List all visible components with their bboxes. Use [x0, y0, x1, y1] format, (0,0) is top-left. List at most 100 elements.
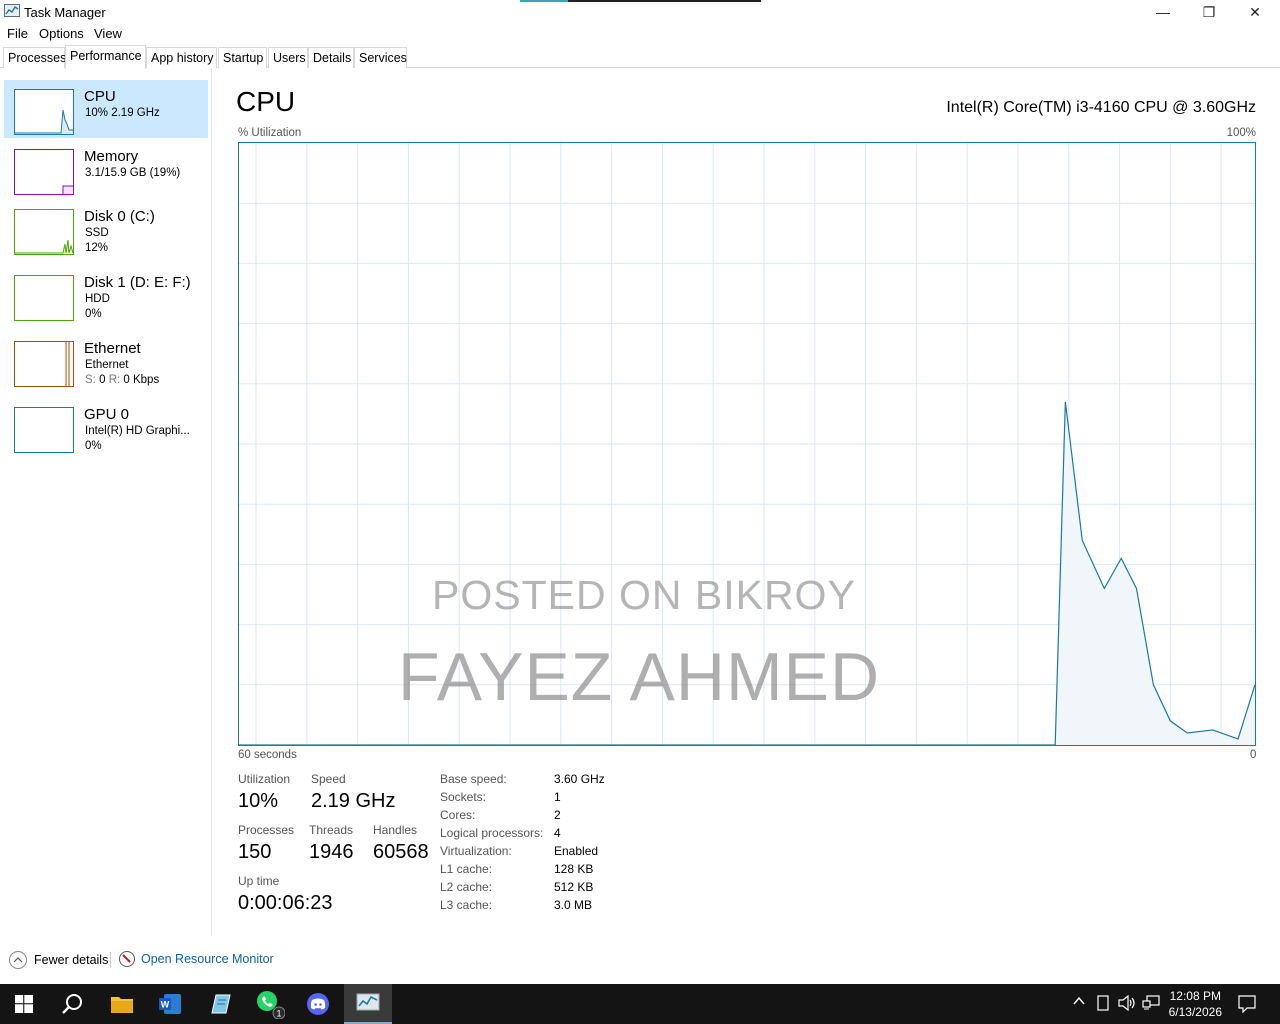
close-button[interactable]: ✕	[1232, 0, 1278, 24]
threads-value: 1946	[309, 841, 354, 863]
utilization-value: 10%	[238, 790, 279, 812]
ethernet-throughput: S: 0 R: 0 Kbps	[85, 374, 159, 386]
tab-processes[interactable]: Processes	[3, 47, 66, 68]
start-button[interactable]	[0, 984, 48, 1024]
processes-label: Processes	[238, 823, 295, 837]
utilization-label: Utilization	[238, 772, 291, 786]
taskbar-whatsapp[interactable]: 1	[246, 984, 294, 1024]
taskbar: W 1 12:08 PM 6/13/2026	[0, 984, 1280, 1024]
spec-value: Enabled	[554, 844, 599, 858]
spec-label: Base speed:	[440, 772, 507, 786]
open-resource-monitor-label: Open Resource Monitor	[141, 952, 274, 966]
spec-label: L3 cache:	[440, 898, 493, 912]
taskbar-file-explorer[interactable]	[98, 984, 146, 1024]
resource-item-memory[interactable]: Memory 3.1/15.9 GB (19%)	[4, 140, 208, 198]
menu-bar: File Options View	[0, 24, 1280, 44]
handles-label: Handles	[373, 823, 418, 837]
spec-value: 2	[554, 808, 561, 822]
network-icon	[1142, 995, 1160, 1010]
folder-icon	[111, 997, 133, 1013]
fewer-details-label: Fewer details	[34, 953, 109, 967]
tab-services[interactable]: Services	[354, 47, 407, 68]
open-resource-monitor-link[interactable]: Open Resource Monitor	[118, 950, 274, 968]
footer-divider	[110, 952, 111, 968]
spec-value: 3.60 GHz	[554, 772, 605, 786]
ethernet-receive-value: 0 Kbps	[123, 374, 160, 386]
taskbar-task-manager[interactable]	[344, 984, 392, 1024]
memory-summary: 3.1/15.9 GB (19%)	[85, 167, 181, 179]
tab-performance[interactable]: Performance	[65, 45, 146, 69]
handles-value: 60568	[373, 841, 429, 863]
fewer-details-button[interactable]: Fewer details	[8, 950, 108, 970]
resource-item-disk1[interactable]: Disk 1 (D: E: F:) HDD 0%	[4, 266, 208, 330]
disk0-title: Disk 0 (C:)	[84, 208, 155, 225]
uptime-value: 0:00:06:23	[238, 892, 333, 914]
spec-label: Logical processors:	[440, 826, 544, 840]
cpu-thumbnail	[14, 89, 74, 135]
taskbar-discord[interactable]	[294, 984, 342, 1024]
footer-bar: Fewer details Open Resource Monitor	[0, 946, 1280, 974]
task-manager-taskbar-icon	[356, 993, 380, 1011]
taskbar-word[interactable]: W	[146, 984, 194, 1024]
show-hidden-icons-button[interactable]	[1072, 994, 1086, 1011]
restore-icon: ❐	[1202, 3, 1216, 20]
spec-label: L2 cache:	[440, 880, 493, 894]
task-manager-icon	[4, 4, 20, 17]
title-accent-line	[520, 0, 568, 2]
minimize-button[interactable]: —	[1140, 0, 1186, 24]
disk1-thumbnail	[14, 275, 74, 321]
chevron-up-icon	[1073, 996, 1085, 1005]
spec-value: 512 KB	[554, 880, 594, 894]
volume-button[interactable]	[1118, 994, 1136, 1014]
tab-app-history[interactable]: App history	[146, 47, 217, 68]
uptime-label: Up time	[238, 874, 280, 888]
tab-startup[interactable]: Startup	[218, 47, 267, 68]
action-center-button[interactable]	[1238, 995, 1256, 1016]
spec-value: 3.0 MB	[554, 898, 593, 912]
spec-label: Virtualization:	[440, 844, 512, 858]
tab-users[interactable]: Users	[268, 47, 308, 68]
ethernet-receive-label: R:	[108, 374, 121, 386]
spec-value: 1	[554, 790, 561, 804]
cpu-summary: 10% 2.19 GHz	[85, 107, 160, 119]
y-axis-max-label: 100%	[1226, 127, 1256, 139]
ethernet-thumbnail	[14, 341, 74, 387]
whatsapp-badge: 1	[276, 1009, 281, 1019]
ethernet-send-label: S:	[85, 374, 96, 386]
x-axis-left-label: 60 seconds	[238, 749, 297, 761]
disk0-type: SSD	[85, 227, 109, 239]
title-dark-line	[568, 0, 761, 2]
menu-view[interactable]: View	[94, 26, 122, 41]
word-icon: W	[159, 994, 181, 1014]
close-icon: ✕	[1249, 3, 1261, 20]
whatsapp-icon: 1	[257, 991, 285, 1019]
search-button[interactable]	[48, 984, 96, 1024]
menu-file[interactable]: File	[7, 26, 28, 41]
speed-value: 2.19 GHz	[311, 790, 396, 812]
ethernet-title: Ethernet	[84, 340, 141, 357]
resource-list: CPU 10% 2.19 GHz Memory 3.1/15.9 GB (19%…	[0, 68, 212, 936]
resource-item-cpu[interactable]: CPU 10% 2.19 GHz	[4, 80, 208, 138]
menu-options[interactable]: Options	[39, 26, 84, 41]
threads-label: Threads	[309, 823, 354, 837]
y-axis-label: % Utilization	[238, 127, 302, 139]
tray-device-button[interactable]	[1096, 995, 1110, 1014]
network-button[interactable]	[1142, 995, 1160, 1014]
ethernet-adapter: Ethernet	[85, 359, 129, 371]
gpu0-adapter: Intel(R) HD Graphi...	[85, 425, 190, 437]
tab-details[interactable]: Details	[308, 47, 354, 68]
spec-label: Cores:	[440, 808, 476, 822]
taskbar-app[interactable]	[196, 984, 244, 1024]
memory-title: Memory	[84, 148, 139, 165]
restore-button[interactable]: ❐	[1186, 0, 1232, 24]
gpu0-thumbnail	[14, 407, 74, 453]
resource-item-ethernet[interactable]: Ethernet Ethernet S: 0 R: 0 Kbps	[4, 332, 208, 396]
x-axis-right-label: 0	[1250, 749, 1257, 761]
collapse-chevron-icon	[9, 951, 27, 969]
gpu0-usage: 0%	[85, 440, 102, 452]
spec-value: 4	[554, 826, 561, 840]
resource-item-gpu0[interactable]: GPU 0 Intel(R) HD Graphi... 0%	[4, 398, 208, 462]
resource-item-disk0[interactable]: Disk 0 (C:) SSD 12%	[4, 200, 208, 264]
system-clock[interactable]: 12:08 PM 6/13/2026	[1169, 988, 1222, 1020]
clock-date: 6/13/2026	[1168, 1005, 1222, 1019]
